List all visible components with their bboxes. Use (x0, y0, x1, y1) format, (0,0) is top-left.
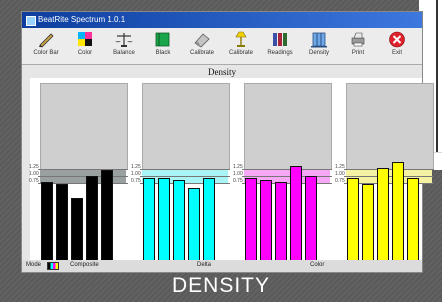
density-bar[interactable] (203, 178, 215, 268)
axis-tick-label: 1.00 (335, 171, 345, 177)
book-icon (155, 32, 170, 47)
scale-icon (115, 33, 133, 47)
density-bar[interactable] (173, 180, 185, 268)
title-bar[interactable]: BeatRite Spectrum 1.0.1 (22, 12, 422, 28)
color-grid-icon (78, 32, 92, 46)
band-line (242, 169, 332, 170)
density-panel-cyan (142, 83, 230, 170)
axis-tick-label: 0.75 (131, 178, 141, 184)
mode-name: Composite (70, 262, 99, 268)
printer-icon (351, 32, 365, 47)
density-bar[interactable] (305, 176, 317, 268)
density-panel-yellow (346, 83, 434, 170)
density-bar[interactable] (347, 178, 359, 268)
books-icon (273, 33, 287, 46)
tool-label: Print (351, 50, 365, 56)
band-line (38, 169, 128, 170)
color-label: Color (310, 262, 325, 268)
lamp-icon (235, 31, 247, 47)
mode-label: Mode (26, 262, 42, 268)
axis-tick-label: 1.25 (335, 164, 345, 170)
app-window: BeatRite Spectrum 1.0.1 Color Bar Color … (21, 11, 434, 273)
density-bar[interactable] (275, 182, 287, 268)
toolbar: Color Bar Color Balance Black Calibrate … (22, 28, 422, 65)
black-button[interactable]: Black (145, 31, 181, 61)
band-line (344, 176, 434, 177)
density-button[interactable]: Density (301, 31, 337, 61)
density-bar[interactable] (71, 198, 83, 268)
balance-button[interactable]: Balance (106, 31, 142, 61)
density-bar[interactable] (143, 178, 155, 268)
band-line (344, 169, 434, 170)
color-bar-button[interactable]: Color Bar (28, 31, 64, 61)
calibrate-button[interactable]: Calibrate (184, 31, 220, 61)
density-bar[interactable] (158, 178, 170, 268)
band-line (242, 176, 332, 177)
axis-tick-label: 0.75 (29, 178, 39, 184)
density-bar[interactable] (407, 178, 419, 268)
tool-label: Density (308, 50, 329, 56)
delta-label: Delta (197, 262, 212, 268)
density-bar[interactable] (260, 180, 272, 268)
axis-tick-label: 1.00 (29, 171, 39, 177)
density-bar[interactable] (41, 182, 53, 268)
tool-label: Black (155, 50, 171, 56)
color-button[interactable]: Color (67, 31, 103, 61)
tool-label: Readings (267, 50, 293, 56)
density-bar[interactable] (377, 168, 389, 268)
readings-button[interactable]: Readings (262, 31, 298, 61)
caption: DENSITY (171, 274, 270, 297)
status-bar: Mode Composite Delta Color (22, 260, 422, 272)
app-icon (26, 16, 36, 26)
band-line (140, 169, 230, 170)
tool-label: Calibrate (228, 50, 253, 56)
density-bar[interactable] (56, 184, 68, 268)
tool-label: Exit (391, 50, 402, 56)
building-icon (311, 32, 327, 48)
tool-label: Color (77, 50, 93, 56)
density-bar[interactable] (101, 170, 113, 268)
tool-label: Color Bar (33, 50, 59, 56)
density-bar[interactable] (245, 178, 257, 268)
window-title: BeatRite Spectrum 1.0.1 (38, 15, 126, 24)
density-bar[interactable] (392, 162, 404, 268)
print-button[interactable]: Print (340, 31, 376, 61)
axis-tick-label: 0.75 (335, 178, 345, 184)
density-bar[interactable] (86, 176, 98, 268)
page-title: Density (208, 67, 236, 77)
density-chart-area: 1.25 1.00 0.75 1.25 1.00 0.75 1.25 1.00 0.75 1.25… (29, 78, 434, 268)
axis-tick-label: 0.75 (233, 178, 243, 184)
axis-tick-label: 1.25 (233, 164, 243, 170)
calibrate-lamp-button[interactable]: Calibrate (223, 31, 259, 61)
band-line (38, 176, 128, 177)
axis-tick-label: 1.25 (29, 164, 39, 170)
density-bar[interactable] (188, 188, 200, 268)
density-panel-black (40, 83, 128, 170)
density-bar[interactable] (290, 166, 302, 268)
exit-icon (389, 31, 405, 48)
axis-tick-label: 1.00 (233, 171, 243, 177)
mode-swatch[interactable] (47, 262, 59, 270)
density-panel-magenta (244, 83, 332, 170)
tool-label: Calibrate (189, 50, 214, 56)
band-line (140, 176, 230, 177)
axis-tick-label: 1.25 (131, 164, 141, 170)
tool-label: Balance (113, 50, 135, 56)
pen-icon (39, 33, 54, 48)
density-bar[interactable] (362, 184, 374, 268)
overlay-edge (436, 0, 438, 152)
axis-tick-label: 1.00 (131, 171, 141, 177)
eraser-icon (194, 33, 210, 48)
exit-button[interactable]: Exit (379, 31, 415, 61)
